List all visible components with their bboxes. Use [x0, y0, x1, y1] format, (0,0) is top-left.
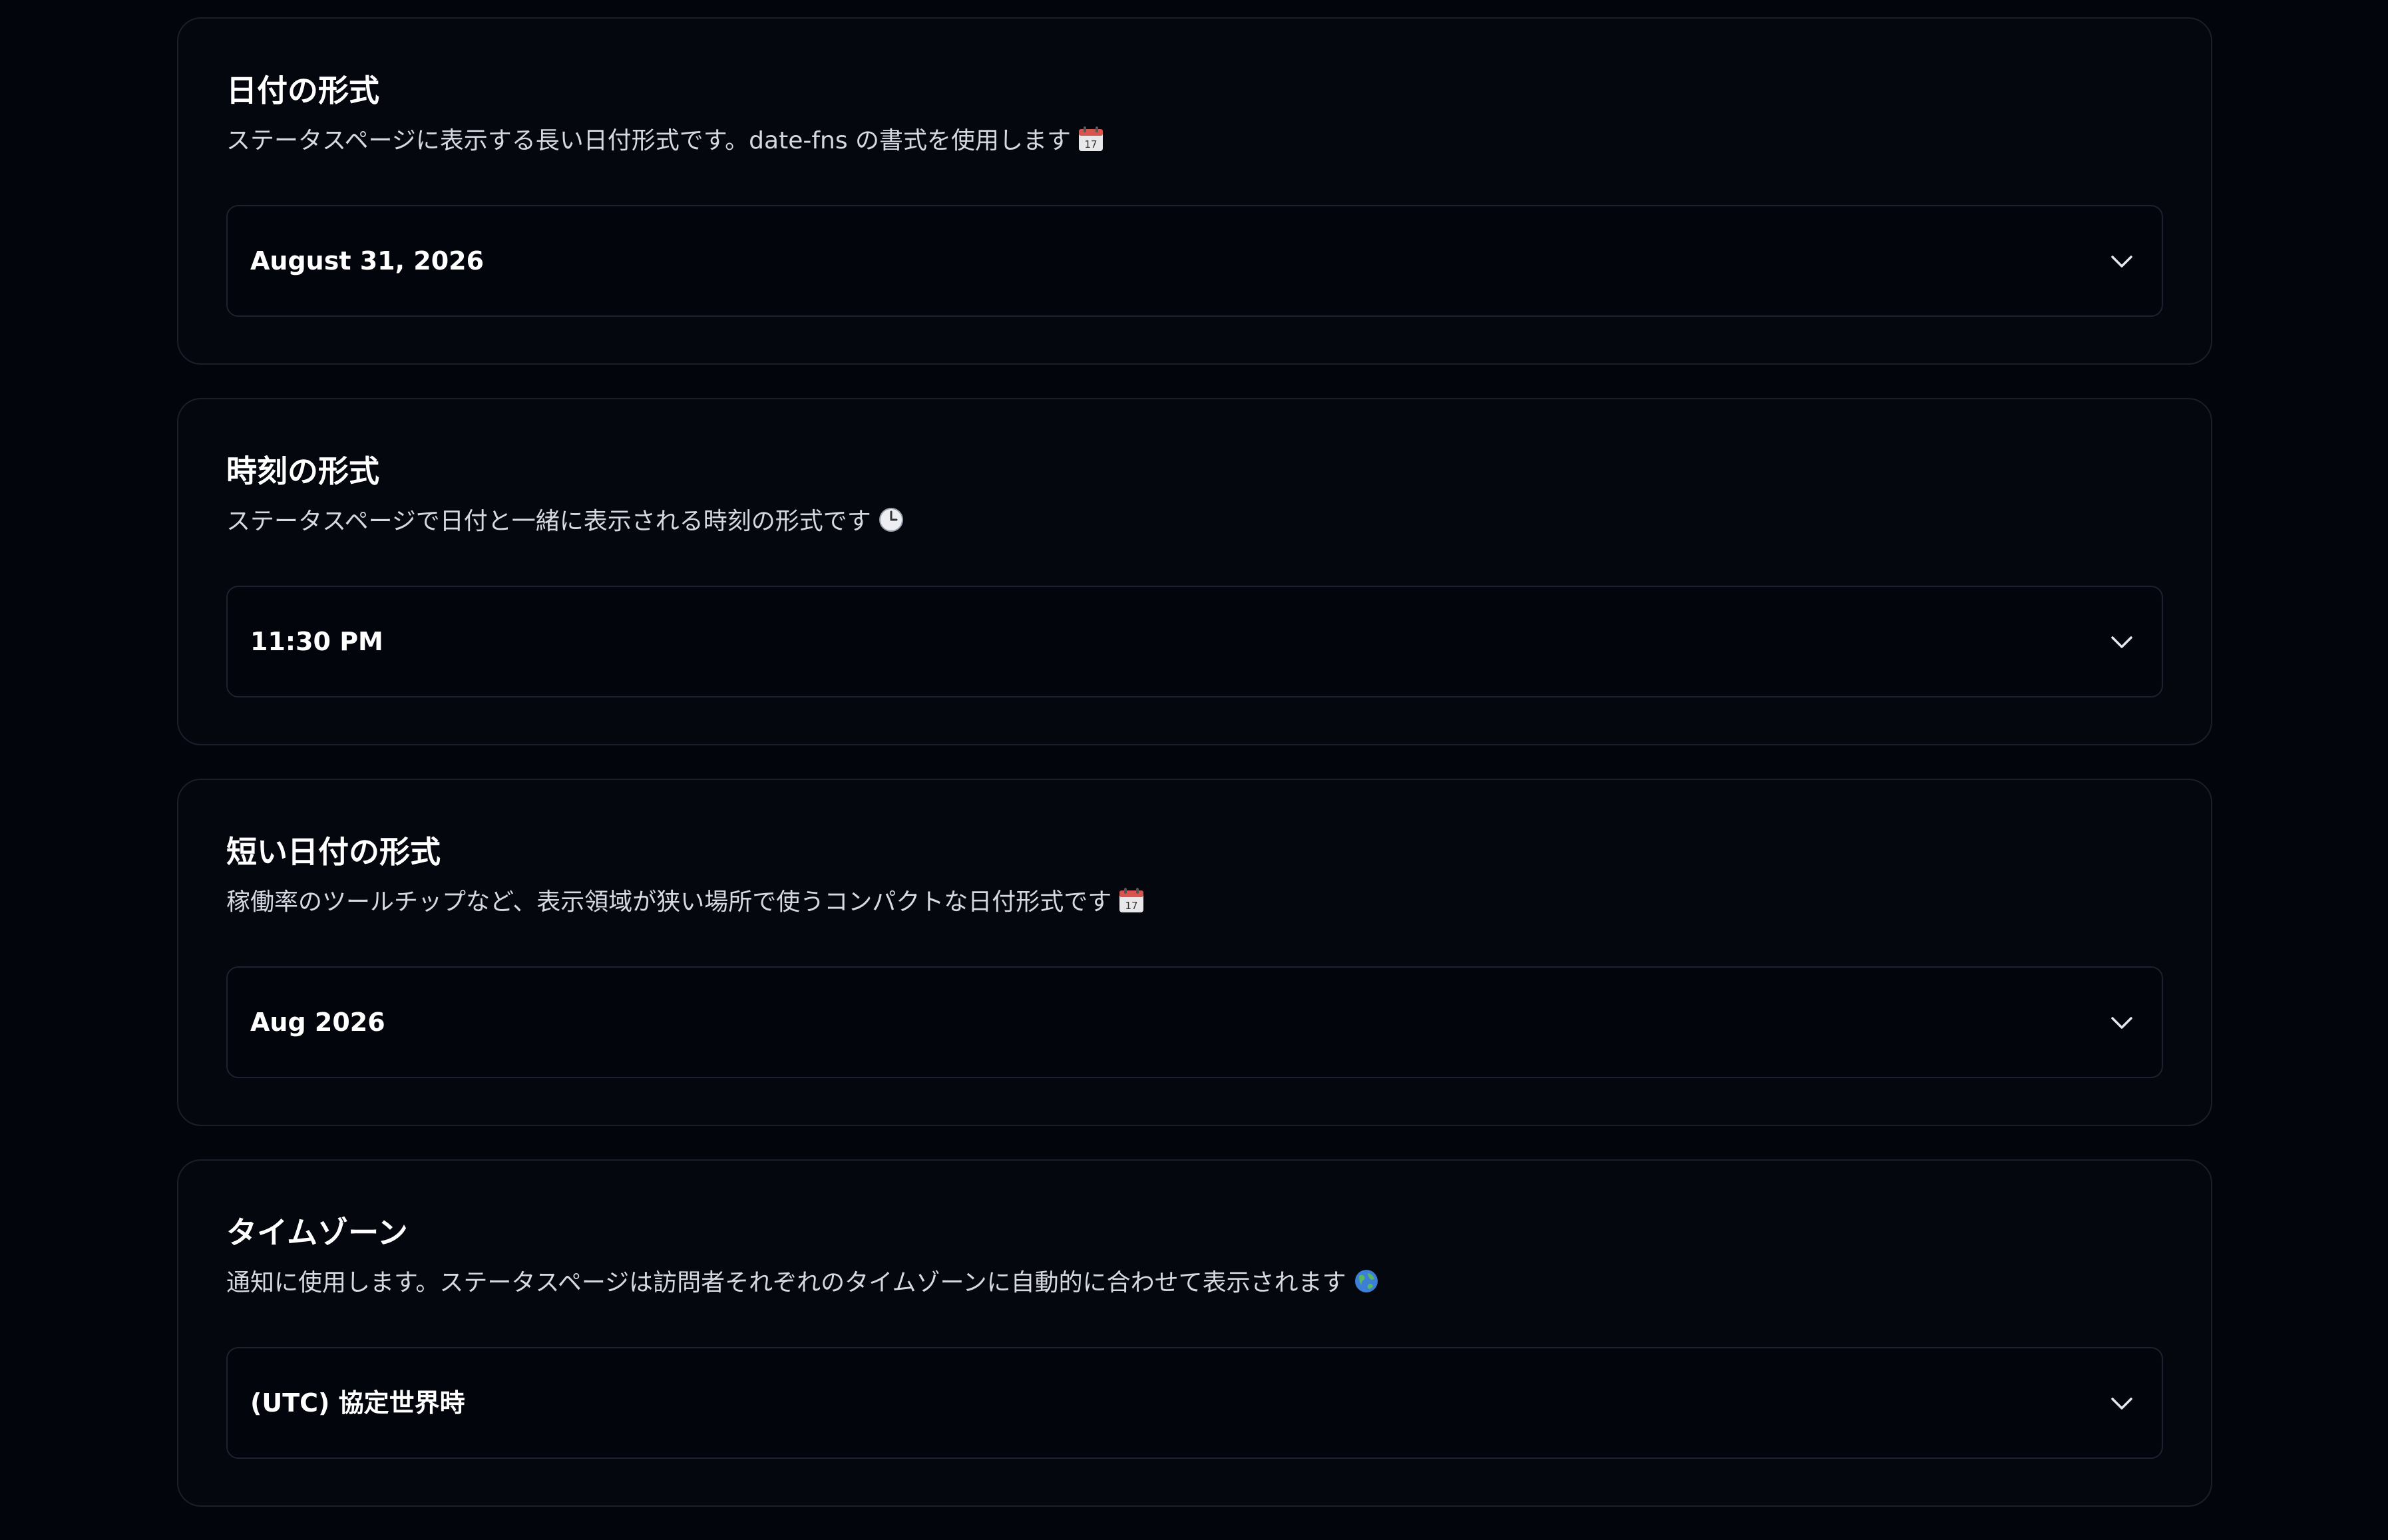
time-format-select[interactable]: 11:30 PM — [226, 586, 2163, 697]
date-format-description: ステータスページに表示する長い日付形式です。date-fns の書式を使用します… — [226, 122, 1104, 164]
date-format-select[interactable]: August 31, 2026 — [226, 205, 2163, 317]
clock-icon — [878, 506, 904, 544]
time-format-card: 時刻の形式 ステータスページで日付と一緒に表示される時刻の形式です 11:30 … — [177, 398, 2212, 745]
time-format-description-text: ステータスページで日付と一緒に表示される時刻の形式です — [226, 508, 871, 535]
date-format-card: 日付の形式 ステータスページに表示する長い日付形式です。date-fns の書式… — [177, 17, 2212, 365]
short-date-format-description-text: 稼働率のツールチップなど、表示領域が狭い場所で使うコンパクトな日付形式です — [226, 888, 1112, 916]
short-date-format-description: 稼働率のツールチップなど、表示領域が狭い場所で使うコンパクトな日付形式です 17 — [226, 884, 1145, 925]
date-format-selected-value: August 31, 2026 — [250, 246, 485, 276]
chevron-down-icon — [2111, 256, 2132, 268]
chevron-down-icon — [2111, 1398, 2132, 1410]
timezone-title: タイムゾーン — [226, 1215, 408, 1251]
short-date-format-selected-value: Aug 2026 — [250, 1008, 385, 1037]
date-format-description-text: ステータスページに表示する長い日付形式です。date-fns の書式を使用します — [226, 127, 1072, 154]
calendar-icon: 17 — [1118, 887, 1145, 925]
timezone-selected-value: (UTC) 協定世界時 — [250, 1388, 465, 1418]
chevron-down-icon — [2111, 1017, 2132, 1029]
timezone-card: タイムゾーン 通知に使用します。ステータスページは訪問者それぞれのタイムゾーンに… — [177, 1159, 2212, 1507]
short-date-format-card: 短い日付の形式 稼働率のツールチップなど、表示領域が狭い場所で使うコンパクトな日… — [177, 779, 2212, 1126]
date-format-title: 日付の形式 — [226, 73, 379, 108]
timezone-description-text: 通知に使用します。ステータスページは訪問者それぞれのタイムゾーンに自動的に合わせ… — [226, 1269, 1346, 1296]
time-format-selected-value: 11:30 PM — [250, 627, 383, 656]
time-format-description: ステータスページで日付と一緒に表示される時刻の形式です — [226, 503, 904, 544]
timezone-select[interactable]: (UTC) 協定世界時 — [226, 1347, 2163, 1459]
globe-icon — [1353, 1268, 1380, 1306]
short-date-format-title: 短い日付の形式 — [226, 834, 441, 870]
calendar-icon: 17 — [1078, 126, 1104, 164]
settings-list: 日付の形式 ステータスページに表示する長い日付形式です。date-fns の書式… — [177, 17, 2212, 1540]
timezone-description: 通知に使用します。ステータスページは訪問者それぞれのタイムゾーンに自動的に合わせ… — [226, 1264, 1380, 1306]
svg-text:17: 17 — [1084, 138, 1097, 150]
chevron-down-icon — [2111, 636, 2132, 648]
time-format-title: 時刻の形式 — [226, 453, 379, 489]
svg-text:17: 17 — [1125, 900, 1138, 912]
short-date-format-select[interactable]: Aug 2026 — [226, 966, 2163, 1078]
